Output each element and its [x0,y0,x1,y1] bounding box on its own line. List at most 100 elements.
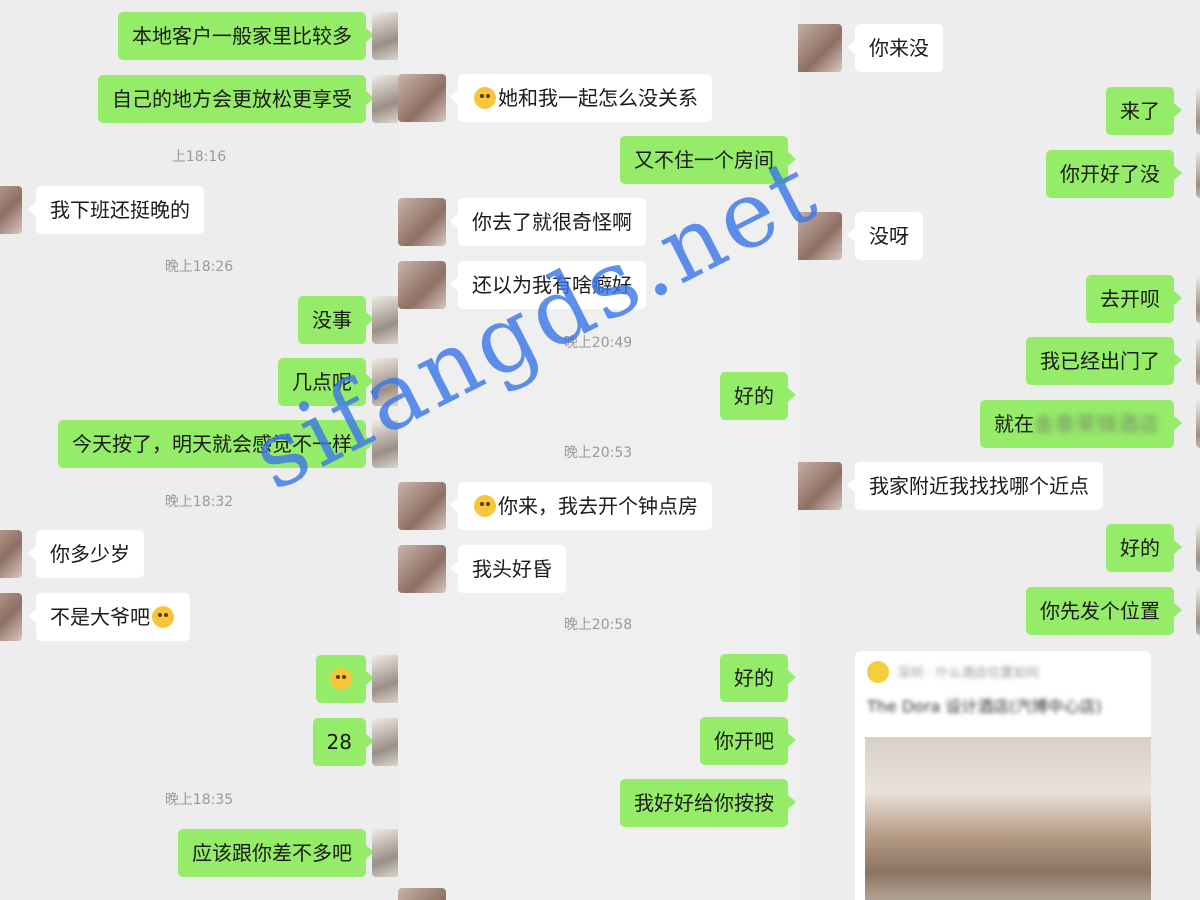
message-bubble-outgoing[interactable]: 应该跟你差不多吧 [178,829,374,877]
message-row: 自己的地方会更放松更享受 [0,75,398,127]
avatar[interactable] [372,420,398,468]
message-bubble-outgoing[interactable]: 本地客户一般家里比较多 [118,12,374,60]
chat-panel-middle: 她和我一起怎么没关系 又不住一个房间 你去了就很奇怪啊 还以为我有啥癖好 晚上2… [398,0,798,900]
message-row: 应该跟你差不多吧 [0,829,398,881]
message-bubble-outgoing[interactable]: 又不住一个房间 [620,136,796,184]
message-bubble-outgoing[interactable]: 几点呢 [278,358,374,406]
message-bubble-incoming[interactable]: 不是大爷吧 [28,593,190,641]
message-text: 你来，我去开个钟点房 [498,494,698,518]
message-bubble-incoming[interactable]: 我头好昏 [450,545,566,593]
message-bubble-incoming[interactable]: 还以为我有啥癖好 [450,261,646,309]
avatar[interactable] [798,212,842,260]
message-bubble-incoming[interactable]: 你来没 [847,24,943,72]
avatar[interactable] [1196,150,1200,198]
message-row: 我已经出门了 [798,337,1200,389]
message-row: 去开呗 [798,275,1200,327]
avatar[interactable] [398,261,446,309]
message-row [0,655,398,707]
message-row: 你来没 [798,24,1200,76]
message-bubble-incoming[interactable]: 我家附近我找找哪个近点 [847,462,1103,510]
avatar[interactable] [0,593,22,641]
message-bubble-incoming[interactable]: 你去了就很奇怪啊 [450,198,646,246]
message-bubble-outgoing[interactable]: 就在金泰荣锦酒店 [980,400,1182,448]
message-bubble-incoming[interactable]: 她和我一起怎么没关系 [450,74,712,122]
message-row: 我下班还挺晚的 [0,186,398,238]
card-header: 深圳 · 什么酒店位置如何 [855,651,1151,691]
message-row: 不是大爷吧 [0,593,398,645]
timestamp: 晚上18:32 [164,494,234,510]
message-row: 你去了就很奇怪啊 [398,198,798,250]
message-bubble-incoming[interactable]: 没呀 [847,212,923,260]
message-bubble-outgoing[interactable]: 你开好了没 [1046,150,1182,198]
avatar[interactable] [372,829,398,877]
message-row: 又不住一个房间 [398,136,798,188]
message-row: 好的 [398,372,798,424]
avatar[interactable] [0,530,22,578]
timestamp: 晚上20:49 [563,335,633,351]
message-row: 好的 [798,524,1200,576]
message-row: 就在金泰荣锦酒店 [798,400,1200,452]
message-bubble-outgoing[interactable]: 去开呗 [1086,275,1182,323]
message-bubble-outgoing[interactable]: 你先发个位置 [1026,587,1182,635]
message-bubble-incoming[interactable]: 你多少岁 [28,530,144,578]
message-bubble-outgoing[interactable]: 好的 [720,372,796,420]
timestamp: 晚上20:58 [563,617,633,633]
message-row: 我家附近我找找哪个近点 [798,462,1200,514]
message-bubble-outgoing[interactable]: 我好好给你按按 [620,779,796,827]
avatar[interactable] [372,358,398,406]
message-bubble-incoming[interactable]: 你来，我去开个钟点房 [450,482,712,530]
message-bubble-outgoing[interactable]: 我已经出门了 [1026,337,1182,385]
message-row: 你来，我去开个钟点房 [398,482,798,534]
avatar[interactable] [0,186,22,234]
timestamp: 上18:16 [171,149,227,165]
chat-panel-left: 本地客户一般家里比较多 自己的地方会更放松更享受 上18:16 我下班还挺晚的 … [0,0,398,900]
message-row: 我头好昏 [398,545,798,597]
chat-panel-right: 你来没 来了 你开好了没 没呀 去开呗 我已经出门了 就在金泰荣锦酒店 我家附近… [798,0,1200,900]
avatar[interactable] [1196,524,1200,572]
avatar[interactable] [398,888,446,900]
avatar[interactable] [372,296,398,344]
message-bubble-outgoing[interactable]: 自己的地方会更放松更享受 [98,75,374,123]
message-bubble-outgoing[interactable]: 好的 [720,654,796,702]
avatar[interactable] [372,655,398,703]
shared-link-card[interactable]: 深圳 · 什么酒店位置如何 The Dora 设计酒店(汽博中心店) [855,651,1151,900]
avatar[interactable] [398,198,446,246]
message-row: 没事 [0,296,398,348]
avatar[interactable] [398,482,446,530]
message-bubble-outgoing[interactable]: 今天按了，明天就会感觉不一样 [58,420,374,468]
timestamp: 晚上20:53 [563,445,633,461]
avatar[interactable] [1196,275,1200,323]
message-bubble-outgoing[interactable]: 来了 [1106,87,1182,135]
laughing-emoji-icon [330,668,352,690]
message-bubble-outgoing[interactable]: 没事 [298,296,374,344]
avatar[interactable] [798,462,842,510]
smile-emoji-icon [474,495,496,517]
card-title: The Dora 设计酒店(汽博中心店) [867,697,1102,716]
message-bubble-outgoing[interactable]: 好的 [1106,524,1182,572]
message-bubble-outgoing[interactable]: 28 [312,718,375,766]
avatar[interactable] [798,24,842,72]
avatar[interactable] [398,545,446,593]
message-row: 你开好了没 [798,150,1200,202]
message-bubble-outgoing[interactable]: 你开吧 [700,717,796,765]
message-row: 她和我一起怎么没关系 [398,74,798,126]
message-row: 你多少岁 [0,530,398,582]
avatar[interactable] [372,12,398,60]
message-bubble-outgoing[interactable] [316,655,374,703]
avatar[interactable] [372,718,398,766]
avatar[interactable] [1196,587,1200,635]
message-row: 没呀 [798,212,1200,264]
message-text: 就在 [994,412,1034,436]
avatar[interactable] [1196,400,1200,448]
avatar[interactable] [398,74,446,122]
message-bubble-incoming[interactable]: 我下班还挺晚的 [28,186,204,234]
message-row: 我好好给你按按 [398,779,798,831]
message-text: 她和我一起怎么没关系 [498,86,698,110]
message-row: 还以为我有啥癖好 [398,261,798,313]
message-row: 来了 [798,87,1200,139]
avatar[interactable] [1196,337,1200,385]
redacted-location-text: 金泰荣锦酒店 [1034,412,1160,436]
avatar[interactable] [1196,87,1200,135]
avatar[interactable] [372,75,398,123]
timestamp: 晚上18:35 [164,792,234,808]
